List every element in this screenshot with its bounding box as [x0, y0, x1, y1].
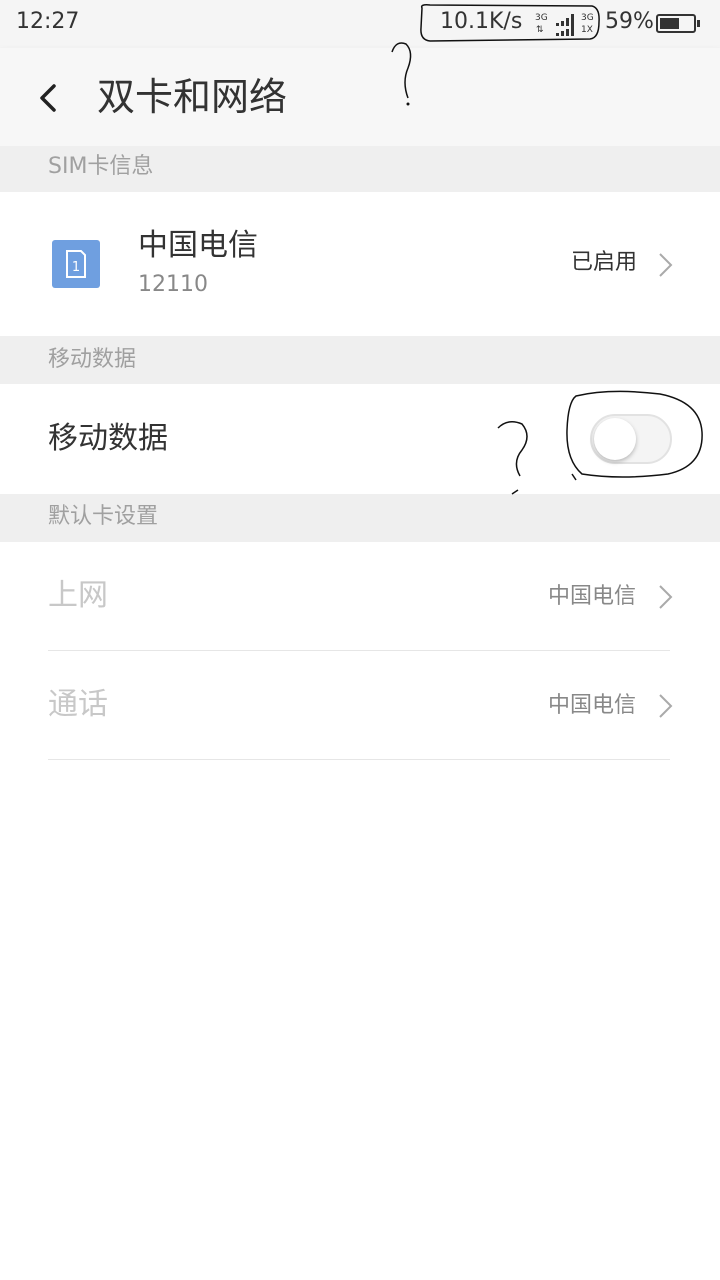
back-button[interactable] — [28, 76, 68, 120]
title-bar: 双卡和网络 — [0, 48, 720, 146]
status-time: 12:27 — [16, 9, 80, 34]
svg-text:1: 1 — [72, 260, 80, 275]
chevron-left-icon — [40, 84, 56, 112]
status-bar: 12:27 10.1K/s 3G ⇅ 3G 1X 59% — [0, 0, 720, 48]
signal-strength-icon-2 — [556, 26, 574, 36]
section-header-sim: SIM卡信息 — [0, 146, 720, 192]
sim-carrier-name: 中国电信 — [138, 228, 258, 263]
mobile-data-label: 移动数据 — [48, 421, 168, 456]
page-title: 双卡和网络 — [97, 75, 288, 119]
signal-type-label-2: 3G — [581, 13, 594, 23]
battery-level — [660, 18, 679, 29]
network-speed: 10.1K/s — [440, 9, 523, 34]
battery-percent: 59% — [605, 9, 654, 34]
default-call-label: 通话 — [48, 687, 108, 722]
default-internet-label: 上网 — [48, 578, 108, 613]
chevron-right-icon — [659, 585, 673, 609]
sim-phone-number: 12110 — [138, 272, 208, 297]
section-header-mobile-data-label: 移动数据 — [48, 347, 137, 372]
default-call-row[interactable]: 通话 中国电信 — [0, 651, 720, 760]
mobile-data-row: 移动数据 — [0, 384, 720, 494]
default-call-value: 中国电信 — [548, 693, 637, 718]
sim-status: 已启用 — [571, 250, 638, 275]
section-header-default-card: 默认卡设置 — [0, 494, 720, 542]
default-internet-row[interactable]: 上网 中国电信 — [0, 542, 720, 651]
mobile-data-toggle[interactable] — [590, 414, 672, 464]
chevron-right-icon — [659, 694, 673, 718]
signal-strength-icon — [556, 14, 574, 26]
chevron-right-icon — [659, 253, 673, 277]
battery-icon — [656, 14, 696, 33]
sim-card-row[interactable]: 1 中国电信 12110 已启用 — [0, 192, 720, 336]
battery-cap — [697, 20, 700, 27]
section-header-mobile-data: 移动数据 — [0, 336, 720, 384]
sim-card-icon: 1 — [52, 240, 100, 288]
signal-type-label-3: 1X — [581, 25, 593, 35]
signal-type-label: 3G — [535, 13, 548, 23]
data-activity-icon: ⇅ — [536, 25, 544, 35]
section-header-default-card-label: 默认卡设置 — [48, 504, 159, 529]
section-header-sim-label: SIM卡信息 — [48, 154, 154, 179]
toggle-knob — [594, 418, 636, 460]
divider — [48, 759, 670, 760]
default-internet-value: 中国电信 — [548, 584, 637, 609]
